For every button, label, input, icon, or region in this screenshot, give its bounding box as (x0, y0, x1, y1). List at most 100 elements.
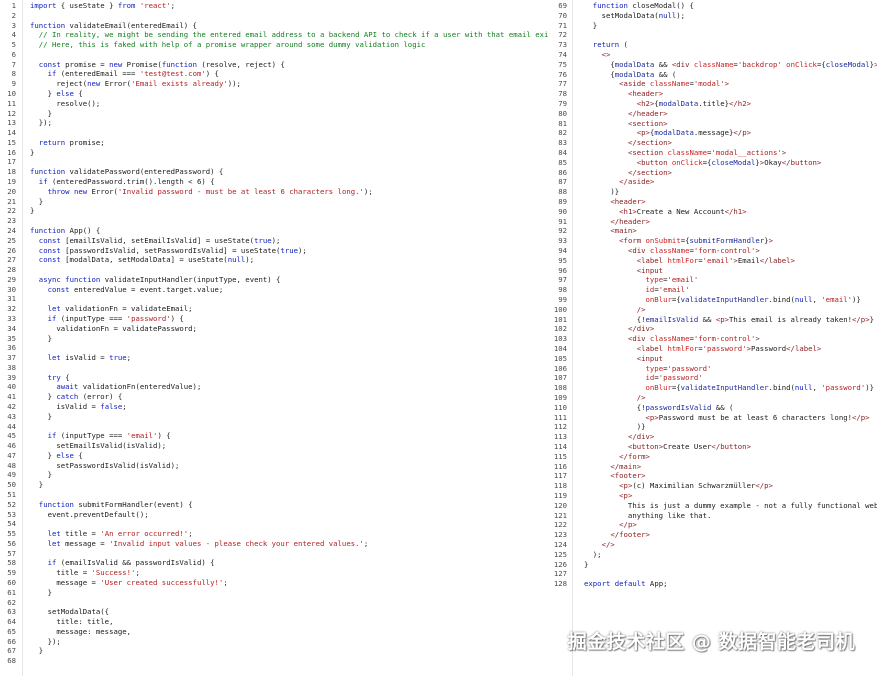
code-line: 47 } else { (0, 451, 548, 461)
code-line: 127 (548, 569, 877, 579)
code-token: enteredValue = event.target.value; (69, 284, 224, 294)
code-text: } else { (30, 89, 83, 99)
watermark: 掘金技术社区 @ 数据智能老司机 (567, 631, 855, 653)
line-number: 83 (558, 138, 567, 148)
code-line: 6 (0, 50, 548, 60)
line-number: 71 (558, 20, 567, 30)
code-line: 7 const promise = new Promise(function (… (0, 60, 548, 70)
code-line: 76 {modalData && ( (548, 70, 877, 80)
code-token: null (794, 295, 813, 304)
line-number: 102 (553, 324, 567, 334)
line-number: 62 (7, 597, 16, 607)
line-number: 67 (7, 646, 16, 656)
code-text: } (30, 334, 52, 344)
code-line: 128 export default App; (548, 579, 877, 589)
code-line: 111 <p>Password must be at least 6 chara… (548, 413, 877, 423)
code-token: 'email' (658, 285, 690, 295)
code-line: 107 id='password' (548, 373, 877, 383)
code-token: new (109, 59, 123, 69)
code-line: 96 <input (548, 266, 877, 276)
code-token: /> (636, 304, 646, 314)
code-line: 97 type='email' (548, 275, 877, 285)
code-token: validateInputHandler(inputType, event) { (100, 274, 281, 284)
code-token: && ( (711, 402, 734, 412)
code-token: This is just a dummy example - not a ful… (584, 500, 877, 510)
code-text: throw new Error('Invalid password - must… (30, 187, 373, 197)
code-token: } (30, 587, 52, 597)
code-text: } (30, 197, 43, 207)
code-line: 59 title = 'Success!'; (0, 568, 548, 578)
code-line: 119 <p> (548, 491, 877, 501)
code-text: event.preventDefault(); (30, 510, 149, 520)
code-token: true (254, 235, 272, 245)
code-text: resolve(); (30, 99, 100, 109)
code-line: 15 return promise; (0, 138, 548, 148)
code-token: message = (60, 538, 110, 548)
code-text: }); (30, 118, 52, 128)
code-text: if (enteredEmail === 'test@test.com') { (30, 69, 219, 79)
line-number: 32 (7, 304, 16, 314)
line-number: 81 (558, 118, 567, 128)
code-text: const [modalData, setModalData] = useSta… (30, 255, 254, 265)
code-text: if (emailIsValid && passwordIsValid) { (30, 558, 215, 568)
code-text: let title = 'An error occurred!'; (30, 529, 193, 539)
code-pane-right[interactable]: 69 function closeModal() {70 setModalDat… (548, 0, 877, 676)
code-text: let isValid = true; (30, 353, 132, 363)
code-line: 56 let message = 'Invalid input values -… (0, 539, 548, 549)
code-token: 'form-control' (693, 246, 756, 255)
code-text: <h1>Create a New Account</h1> (584, 207, 746, 217)
code-token: App() { (65, 225, 101, 235)
code-token: function (30, 225, 66, 235)
line-number: 78 (558, 89, 567, 99)
code-token: null (227, 255, 246, 265)
code-token: ); (363, 186, 373, 196)
line-number: 111 (553, 412, 567, 422)
code-line: 112 )} (548, 422, 877, 432)
code-token: <> (584, 50, 611, 59)
code-line: 126} (548, 560, 877, 570)
code-token: }); (30, 118, 52, 128)
line-number: 2 (11, 10, 16, 20)
code-text: )} (584, 187, 619, 197)
line-number: 109 (553, 393, 567, 402)
code-text: id='password' (584, 373, 703, 383)
code-token: ={ (816, 59, 826, 69)
code-text: } (30, 470, 52, 480)
code-text: onBlur={validateInputHandler.bind(null, … (584, 295, 861, 305)
code-text: </div> (584, 324, 654, 334)
code-line: 85 <button onClick={closeModal}>Okay</bu… (548, 158, 877, 168)
line-number: 114 (553, 442, 567, 451)
code-token: if (38, 177, 48, 187)
code-line: 109 /> (548, 393, 877, 403)
code-token: closeModal (825, 59, 870, 69)
code-line: 57 (0, 549, 548, 559)
code-line: 100 /> (548, 305, 877, 315)
code-text: let validationFn = validateEmail; (30, 304, 193, 314)
code-text: } (584, 21, 597, 31)
code-line: 41 } catch (error) { (0, 392, 548, 402)
line-number: 26 (7, 245, 16, 255)
code-text: try { (30, 373, 70, 383)
code-token: promise = (60, 59, 110, 69)
code-line: 50 } (0, 480, 548, 490)
code-token: && ( (654, 69, 677, 79)
code-line: 124 </> (548, 540, 877, 550)
code-token: .bind( (768, 295, 795, 304)
code-pane-left[interactable]: 1 import { useState } from 'react'; 2 3 func… (0, 0, 548, 676)
code-token: setModalData( (584, 10, 659, 20)
code-token: } (30, 392, 57, 402)
code-token: 'Success!' (91, 568, 136, 578)
code-token: anything like that. (584, 510, 712, 520)
code-line: 28 (0, 265, 548, 275)
